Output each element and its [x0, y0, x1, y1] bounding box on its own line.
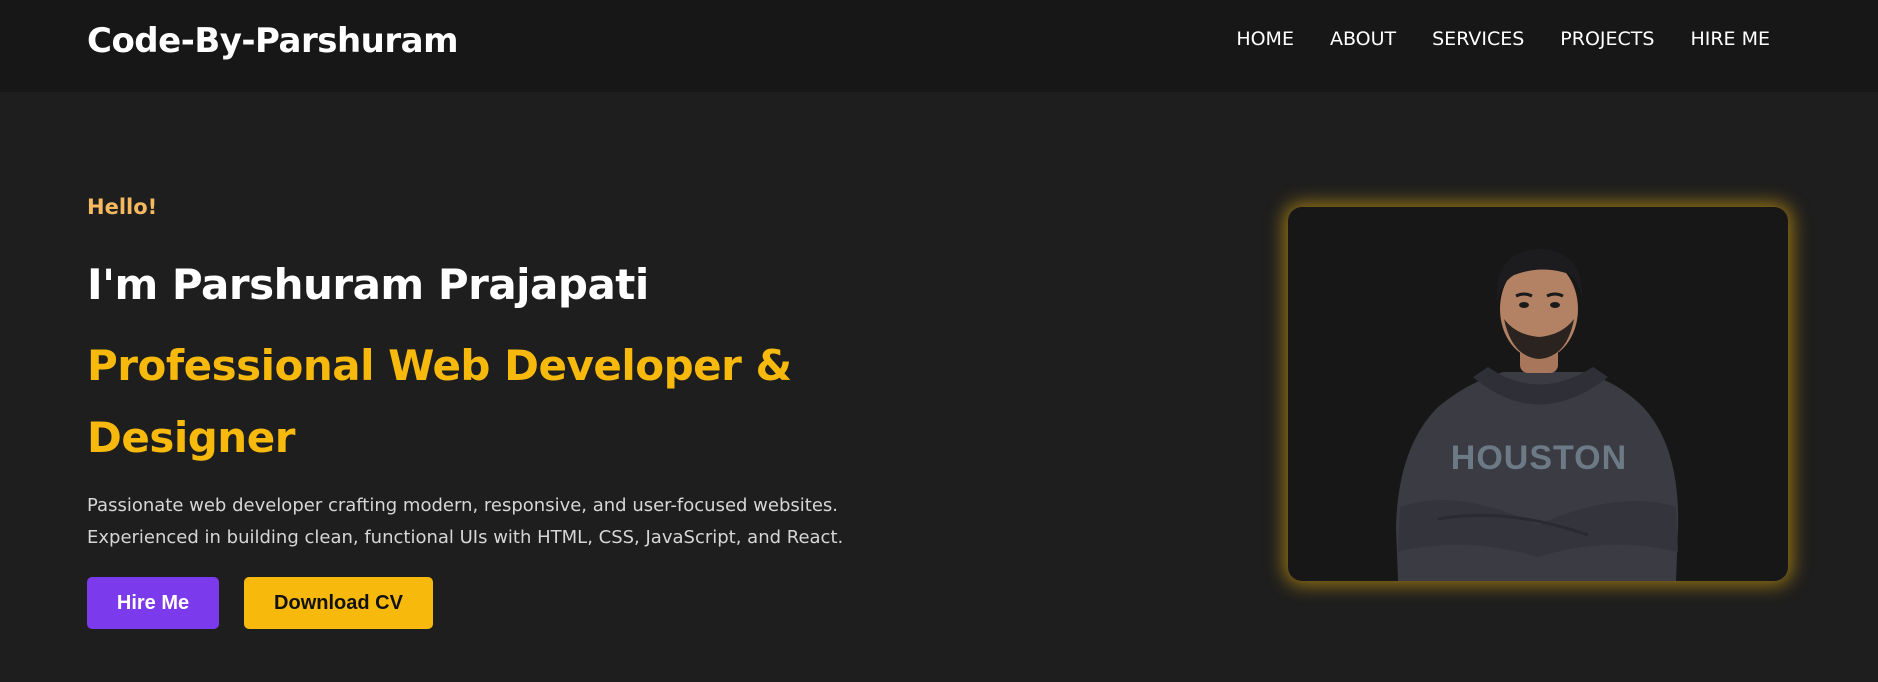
hero-buttons: Hire Me Download CV [87, 577, 433, 629]
hire-me-button[interactable]: Hire Me [87, 577, 219, 629]
nav-link-services[interactable]: SERVICES [1432, 28, 1524, 50]
nav-links: HOME ABOUT SERVICES PROJECTS HIRE ME [1236, 28, 1770, 50]
hoodie-text: HOUSTON [1451, 439, 1627, 477]
hero-description-line-1: Passionate web developer crafting modern… [87, 495, 839, 516]
hero-description-line-2: Experienced in building clean, functiona… [87, 527, 844, 548]
hero-greeting: Hello! [87, 195, 158, 219]
brand-logo[interactable]: Code-By-Parshuram [87, 21, 459, 61]
nav-link-projects[interactable]: PROJECTS [1560, 28, 1654, 50]
nav-link-home[interactable]: HOME [1236, 28, 1294, 50]
hero-description: Passionate web developer crafting modern… [87, 490, 867, 554]
hero-role: Professional Web Developer & Designer [87, 341, 792, 462]
hero-section: Hello! I'm Parshuram Prajapati Professio… [87, 195, 887, 629]
nav-link-about[interactable]: ABOUT [1330, 28, 1396, 50]
profile-photo: HOUSTON [1396, 249, 1679, 581]
nav-link-hire-me[interactable]: HIRE ME [1690, 28, 1770, 50]
navbar: Code-By-Parshuram HOME ABOUT SERVICES PR… [0, 0, 1878, 92]
hero-name: I'm Parshuram Prajapati [87, 260, 649, 309]
profile-photo-card: HOUSTON [1288, 207, 1788, 581]
download-cv-button[interactable]: Download CV [244, 577, 433, 629]
